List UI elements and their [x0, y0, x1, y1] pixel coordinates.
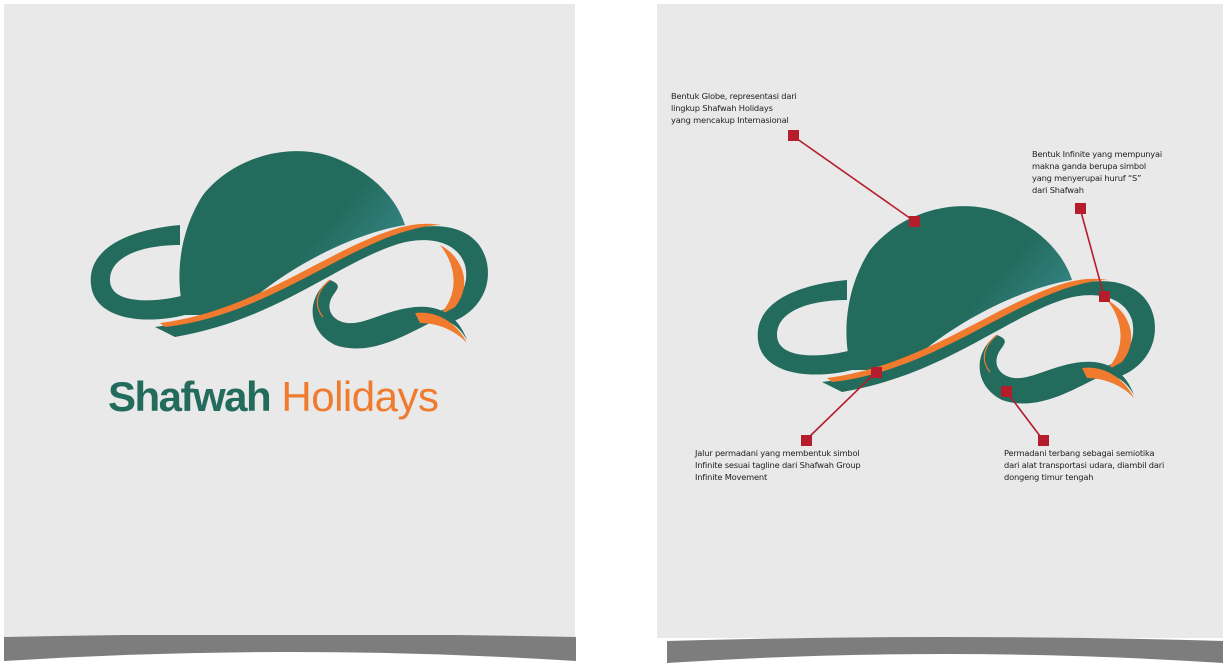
callout-line-flying [1005, 390, 1044, 441]
callout-line-globe [792, 135, 915, 222]
callout-marker-flying-start [1038, 435, 1049, 446]
annotation-flying-carpet: Permadani terbang sebagai semiotika dari… [1004, 448, 1165, 482]
annotation-carpet-path: Jalur permadani yang membentuk simbol In… [695, 448, 861, 482]
callout-marker-infinite-end [1099, 291, 1110, 302]
annotation-infinite: Bentuk Infinite yang mempunyai makna gan… [1032, 149, 1163, 195]
callout-marker-carpet-start [801, 435, 812, 446]
callout-marker-infinite-start [1075, 203, 1086, 214]
callout-marker-carpet-end [871, 367, 882, 378]
annotation-globe: Bentuk Globe, representasi dari lingkup … [671, 91, 797, 125]
callout-marker-flying-end [1001, 386, 1012, 397]
callout-line-carpet [805, 371, 877, 441]
callout-lines [788, 130, 1110, 446]
callout-line-infinite [1079, 207, 1105, 297]
callout-marker-globe-start [788, 130, 799, 141]
callout-marker-globe-end [909, 216, 920, 227]
